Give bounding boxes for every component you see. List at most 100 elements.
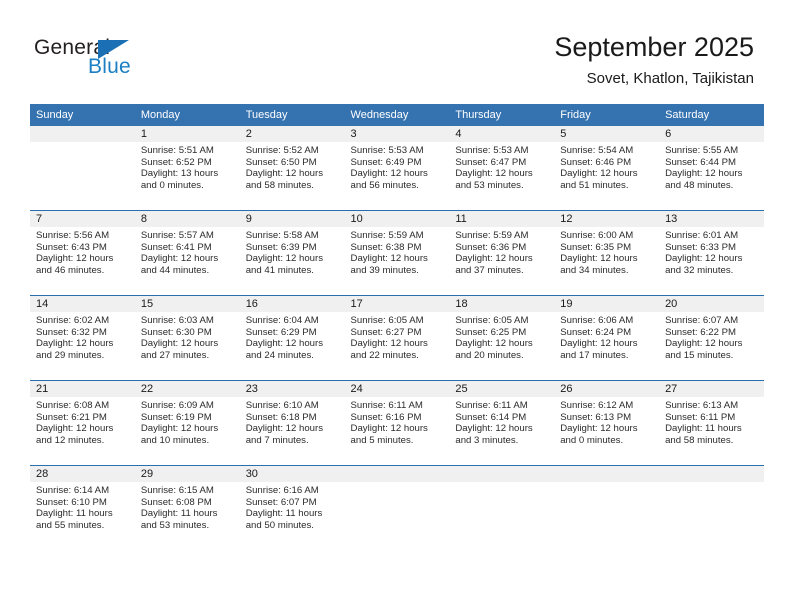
day-number: 22	[134, 381, 240, 397]
brand-logo[interactable]: General Blue	[34, 36, 214, 88]
calendar-day-cell[interactable]: 8 Sunrise: 5:57 AM Sunset: 6:41 PM Daylight…	[134, 210, 240, 296]
day-cell-empty	[449, 466, 555, 550]
daylight-text-line2: and 53 minutes.	[455, 179, 524, 191]
day-details: Sunrise: 6:13 AM Sunset: 6:11 PM Daylight:…	[659, 397, 764, 446]
day-cell: 11 Sunrise: 5:59 AM Sunset: 6:36 PM Dayligh…	[449, 211, 555, 295]
day-cell: 1 Sunrise: 5:51 AM Sunset: 6:52 PM Daylight…	[134, 126, 240, 210]
daylight-text-line1: Daylight: 12 hours	[350, 338, 428, 350]
calendar-day-cell[interactable]: 6 Sunrise: 5:55 AM Sunset: 6:44 PM Daylight…	[659, 126, 764, 211]
calendar-day-cell[interactable]: 21 Sunrise: 6:08 AM Sunset: 6:21 PM Dayligh…	[30, 380, 135, 466]
sunrise-text: Sunrise: 6:05 AM	[350, 315, 424, 326]
calendar-week-row: 21 Sunrise: 6:08 AM Sunset: 6:21 PM Dayligh…	[30, 380, 764, 466]
calendar-day-cell[interactable]: 7 Sunrise: 5:56 AM Sunset: 6:43 PM Daylight…	[30, 210, 135, 296]
daylight-text-line1: Daylight: 12 hours	[245, 423, 324, 435]
sunrise-text: Sunrise: 5:55 AM	[665, 145, 739, 156]
calendar-day-cell[interactable]: 23 Sunrise: 6:10 AM Sunset: 6:18 PM Dayligh…	[239, 380, 345, 466]
daylight-text-line1: Daylight: 12 hours	[36, 253, 114, 265]
calendar-day-cell[interactable]: 5 Sunrise: 5:54 AM Sunset: 6:46 PM Daylight…	[554, 126, 660, 211]
calendar-day-cell[interactable]: 12 Sunrise: 6:00 AM Sunset: 6:35 PM Dayligh…	[554, 210, 660, 296]
calendar-day-cell[interactable]: 18 Sunrise: 6:05 AM Sunset: 6:25 PM Dayligh…	[449, 295, 555, 381]
calendar-day-cell[interactable]: 25 Sunrise: 6:11 AM Sunset: 6:14 PM Dayligh…	[449, 380, 555, 466]
day-cell-empty	[659, 466, 764, 550]
daylight-text-line2: and 34 minutes.	[560, 264, 629, 276]
calendar-day-cell[interactable]: 17 Sunrise: 6:05 AM Sunset: 6:27 PM Dayligh…	[344, 295, 450, 381]
calendar-week-row: 28 Sunrise: 6:14 AM Sunset: 6:10 PM Dayligh…	[30, 465, 764, 550]
calendar-day-cell[interactable]: 19 Sunrise: 6:06 AM Sunset: 6:24 PM Dayligh…	[554, 295, 660, 381]
sunrise-text: Sunrise: 6:08 AM	[36, 400, 110, 411]
daylight-text-line2: and 41 minutes.	[245, 264, 314, 276]
day-cell: 26 Sunrise: 6:12 AM Sunset: 6:13 PM Dayligh…	[554, 381, 660, 465]
calendar-day-cell[interactable]: 14 Sunrise: 6:02 AM Sunset: 6:32 PM Dayligh…	[30, 295, 135, 381]
daylight-text-line1: Daylight: 11 hours	[245, 508, 323, 520]
calendar-day-cell[interactable]: 2 Sunrise: 5:52 AM Sunset: 6:50 PM Daylight…	[239, 126, 345, 211]
day-number	[554, 466, 660, 482]
sunrise-text: Sunrise: 5:56 AM	[36, 230, 110, 241]
day-details: Sunrise: 6:12 AM Sunset: 6:13 PM Daylight:…	[554, 397, 659, 446]
sunset-text: Sunset: 6:49 PM	[350, 156, 422, 168]
day-cell: 22 Sunrise: 6:09 AM Sunset: 6:19 PM Dayligh…	[134, 381, 240, 465]
day-number: 17	[344, 296, 450, 312]
day-number: 7	[30, 211, 135, 227]
day-cell: 17 Sunrise: 6:05 AM Sunset: 6:27 PM Dayligh…	[344, 296, 450, 380]
calendar-day-cell[interactable]: 4 Sunrise: 5:53 AM Sunset: 6:47 PM Daylight…	[449, 126, 555, 211]
calendar-day-cell[interactable]: 29 Sunrise: 6:15 AM Sunset: 6:08 PM Dayligh…	[134, 465, 240, 550]
weekday-header-sunday: Sunday	[30, 104, 135, 126]
day-cell: 27 Sunrise: 6:13 AM Sunset: 6:11 PM Dayligh…	[659, 381, 764, 465]
day-number: 5	[554, 126, 660, 142]
day-details: Sunrise: 6:04 AM Sunset: 6:29 PM Daylight:…	[240, 312, 345, 361]
sunset-text: Sunset: 6:22 PM	[665, 326, 736, 338]
calendar-day-cell[interactable]	[659, 465, 764, 550]
calendar-day-cell[interactable]: 24 Sunrise: 6:11 AM Sunset: 6:16 PM Dayligh…	[344, 380, 450, 466]
calendar-day-cell[interactable]: 30 Sunrise: 6:16 AM Sunset: 6:07 PM Dayligh…	[239, 465, 345, 550]
day-cell: 30 Sunrise: 6:16 AM Sunset: 6:07 PM Dayligh…	[239, 466, 345, 550]
calendar-day-cell[interactable]: 27 Sunrise: 6:13 AM Sunset: 6:11 PM Dayligh…	[659, 380, 764, 466]
sunset-text: Sunset: 6:43 PM	[36, 241, 107, 253]
day-details: Sunrise: 6:05 AM Sunset: 6:25 PM Daylight:…	[449, 312, 554, 361]
calendar-day-cell[interactable]: 1 Sunrise: 5:51 AM Sunset: 6:52 PM Daylight…	[134, 126, 240, 211]
weekday-header-thursday: Thursday	[449, 104, 555, 126]
day-number	[659, 466, 764, 482]
daylight-text-line2: and 51 minutes.	[560, 179, 629, 191]
daylight-text-line2: and 0 minutes.	[560, 434, 624, 446]
calendar-day-cell[interactable]: 15 Sunrise: 6:03 AM Sunset: 6:30 PM Dayligh…	[134, 295, 240, 381]
daylight-text-line2: and 15 minutes.	[665, 349, 734, 361]
sunset-text: Sunset: 6:36 PM	[455, 241, 527, 253]
calendar-day-cell[interactable]: 9 Sunrise: 5:58 AM Sunset: 6:39 PM Daylight…	[239, 210, 345, 296]
day-number: 26	[554, 381, 660, 397]
calendar-day-cell[interactable]: 26 Sunrise: 6:12 AM Sunset: 6:13 PM Dayligh…	[554, 380, 660, 466]
day-cell: 4 Sunrise: 5:53 AM Sunset: 6:47 PM Daylight…	[449, 126, 555, 210]
sunset-text: Sunset: 6:39 PM	[245, 241, 317, 253]
calendar-day-cell[interactable]: 20 Sunrise: 6:07 AM Sunset: 6:22 PM Dayligh…	[659, 295, 764, 381]
day-number: 23	[239, 381, 345, 397]
daylight-text-line1: Daylight: 12 hours	[455, 253, 533, 265]
day-cell: 24 Sunrise: 6:11 AM Sunset: 6:16 PM Dayligh…	[344, 381, 450, 465]
daylight-text-line1: Daylight: 12 hours	[455, 423, 533, 435]
sunrise-text: Sunrise: 6:14 AM	[36, 485, 110, 496]
daylight-text-line1: Daylight: 13 hours	[140, 168, 219, 180]
sunset-text: Sunset: 6:10 PM	[36, 496, 107, 508]
calendar-day-cell[interactable]: 10 Sunrise: 5:59 AM Sunset: 6:38 PM Dayligh…	[344, 210, 450, 296]
calendar-day-cell[interactable]: 28 Sunrise: 6:14 AM Sunset: 6:10 PM Dayligh…	[30, 465, 135, 550]
day-number	[344, 466, 450, 482]
calendar-day-cell[interactable]	[344, 465, 450, 550]
sunrise-text: Sunrise: 6:13 AM	[665, 400, 739, 411]
calendar-day-cell[interactable]: 13 Sunrise: 6:01 AM Sunset: 6:33 PM Dayligh…	[659, 210, 764, 296]
daylight-text-line2: and 55 minutes.	[36, 519, 105, 531]
day-number: 19	[554, 296, 660, 312]
daylight-text-line1: Daylight: 12 hours	[245, 168, 324, 180]
weekday-header-wednesday: Wednesday	[344, 104, 450, 126]
sunset-text: Sunset: 6:35 PM	[560, 241, 632, 253]
calendar-day-cell[interactable]	[30, 126, 135, 211]
day-number	[30, 126, 135, 142]
calendar-day-cell[interactable]	[449, 465, 555, 550]
day-details: Sunrise: 6:02 AM Sunset: 6:32 PM Daylight:…	[30, 312, 135, 361]
calendar-day-cell[interactable]: 3 Sunrise: 5:53 AM Sunset: 6:49 PM Daylight…	[344, 126, 450, 211]
day-details: Sunrise: 6:09 AM Sunset: 6:19 PM Daylight:…	[135, 397, 240, 446]
calendar-day-cell[interactable]: 16 Sunrise: 6:04 AM Sunset: 6:29 PM Dayligh…	[239, 295, 345, 381]
daylight-text-line2: and 53 minutes.	[140, 519, 210, 531]
daylight-text-line1: Daylight: 12 hours	[455, 168, 533, 180]
calendar-day-cell[interactable]: 11 Sunrise: 5:59 AM Sunset: 6:36 PM Dayligh…	[449, 210, 555, 296]
sunset-text: Sunset: 6:47 PM	[455, 156, 527, 168]
calendar-day-cell[interactable]: 22 Sunrise: 6:09 AM Sunset: 6:19 PM Dayligh…	[134, 380, 240, 466]
calendar-day-cell[interactable]	[554, 465, 660, 550]
